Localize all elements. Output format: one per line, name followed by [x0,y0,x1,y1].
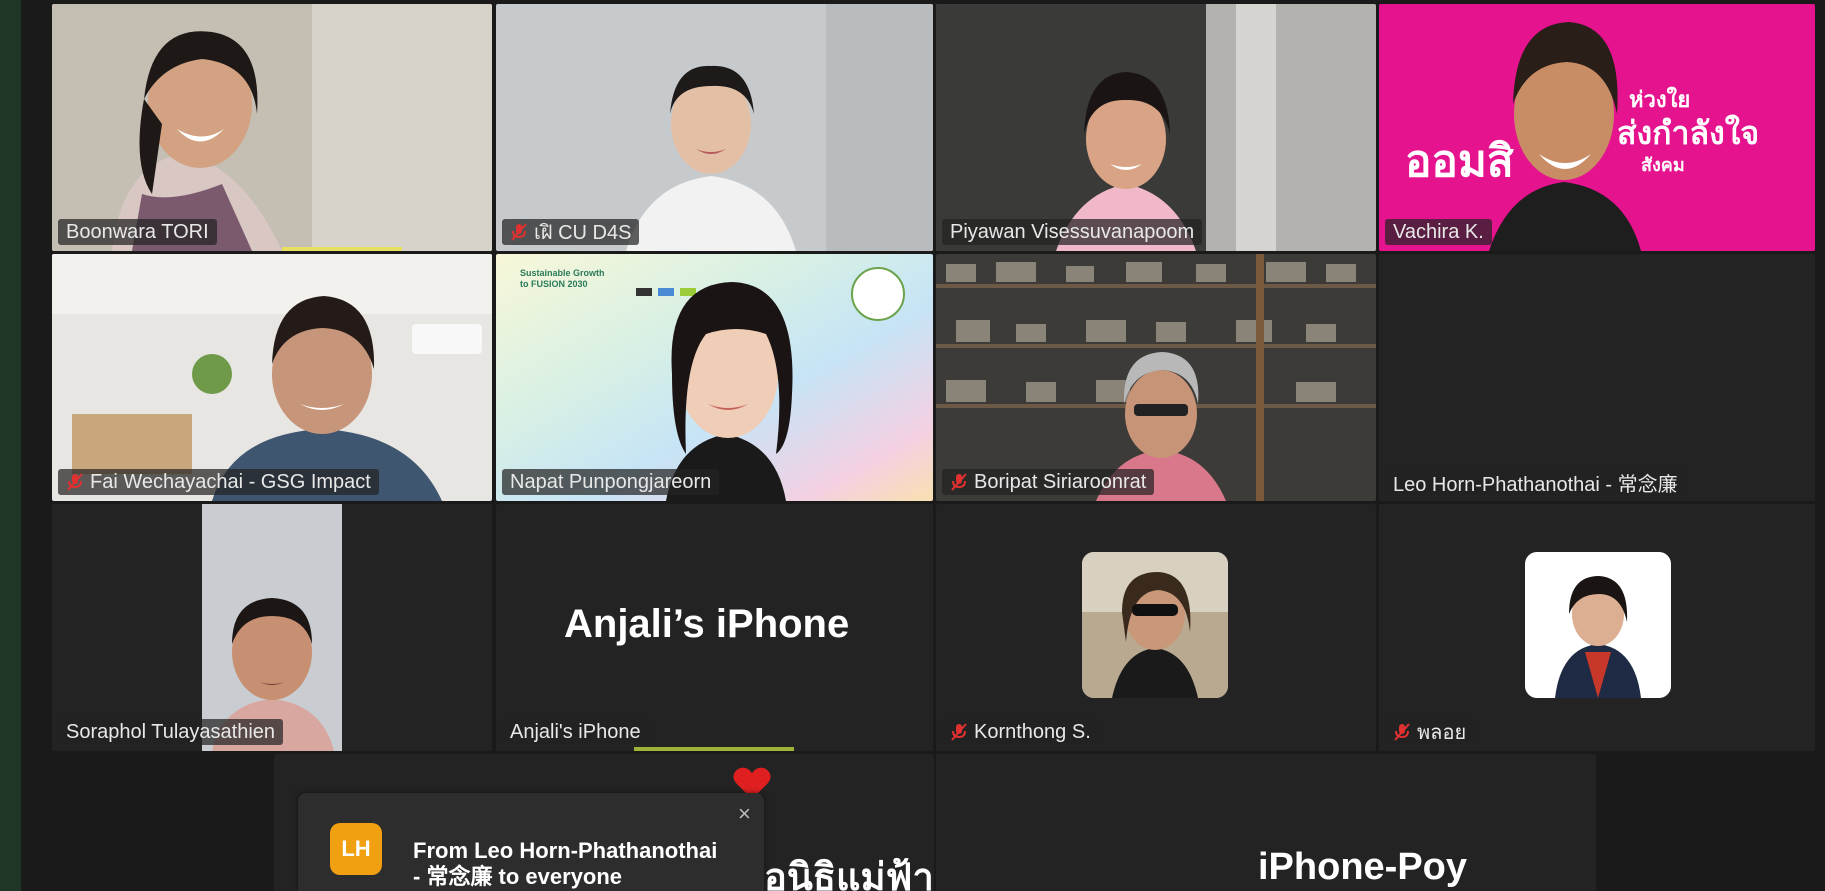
chat-recipient-line: - 常念廉 to everyone [413,864,623,889]
profile-picture [1082,552,1228,698]
mic-muted-icon [510,222,528,242]
profile-picture [1525,552,1671,698]
participant-display-name: iPhone-Poy [1258,846,1468,888]
participant-name-tag: Kornthong S. [942,719,1099,745]
participant-video-image [52,254,492,501]
participant-name-tag: Fai Wechayachai - GSG Impact [58,469,379,495]
video-tile-boripat[interactable]: Boripat Siriaroonrat [936,254,1376,501]
chat-sender-line: From Leo Horn-Phathanothai [413,838,718,863]
video-tile-leo[interactable]: Leo Horn-Phathanothai - 常念廉 [1379,254,1815,501]
mic-muted-icon [950,472,968,492]
background-event-title: Sustainable Growth to FUSION 2030 [520,268,605,289]
video-tile-iphone-poy[interactable]: iPhone-Poy [936,754,1596,891]
participant-name-tag: เฝิ CU D4S [502,219,640,245]
chat-notification-text: From Leo Horn-Phathanothai - 常念廉 to ever… [413,838,717,890]
video-tile-soraphol[interactable]: Soraphol Tulayasathien [52,504,492,751]
close-icon[interactable]: × [738,801,751,827]
participant-video-image [496,254,933,501]
participant-video-image [52,4,492,251]
video-tile-anjali[interactable]: Anjali’s iPhone Anjali's iPhone [496,504,933,751]
video-tile-cu-d4s[interactable]: เฝิ CU D4S [496,4,933,251]
video-tile-fai[interactable]: Fai Wechayachai - GSG Impact [52,254,492,501]
participant-name-tag: Anjali's iPhone [502,719,649,745]
participant-display-name: อนิธิแม่ฟ้าหลวงฯ... [764,857,934,891]
participant-name-tag: Napat Punpongjareorn [502,469,720,495]
participant-video-image [496,4,933,251]
participant-name-tag: พลอย [1385,719,1475,745]
mic-muted-icon [950,722,968,742]
chat-notification[interactable]: LH From Leo Horn-Phathanothai - 常念廉 to e… [298,793,764,891]
mic-muted-icon [66,472,84,492]
video-tile-napat[interactable]: Sustainable Growth to FUSION 2030 Napat … [496,254,933,501]
participant-name-tag: Boonwara TORI [58,219,217,245]
mic-muted-icon [1393,722,1411,742]
participant-name-tag: Boripat Siriaroonrat [942,469,1155,495]
participant-video-image [936,4,1376,251]
audio-level-bar [634,747,794,751]
participant-video-image [1489,22,1641,251]
participant-name-tag: Leo Horn-Phathanothai - 常念廉 [1385,469,1686,496]
video-tile-vachira[interactable]: ห่วงใย ส่งกำลังใจ สังคม ออมสิ Vachira K. [1379,4,1815,251]
participant-name-tag: Piyawan Visessuvanapoom [942,219,1203,245]
video-tile-boonwara[interactable]: Boonwara TORI [52,4,492,251]
participant-name-tag: Vachira K. [1385,219,1492,245]
participant-video-image [936,254,1376,501]
participant-video-image [202,504,342,751]
audio-level-bar [282,247,402,251]
video-tile-kornthong[interactable]: Kornthong S. [936,504,1376,751]
participant-display-name: Anjali’s iPhone [564,602,850,646]
video-tile-piyawan[interactable]: Piyawan Visessuvanapoom [936,4,1376,251]
participant-name-tag: Soraphol Tulayasathien [58,719,284,745]
video-tile-ploy[interactable]: พลอย [1379,504,1815,751]
sender-avatar: LH [330,823,382,875]
